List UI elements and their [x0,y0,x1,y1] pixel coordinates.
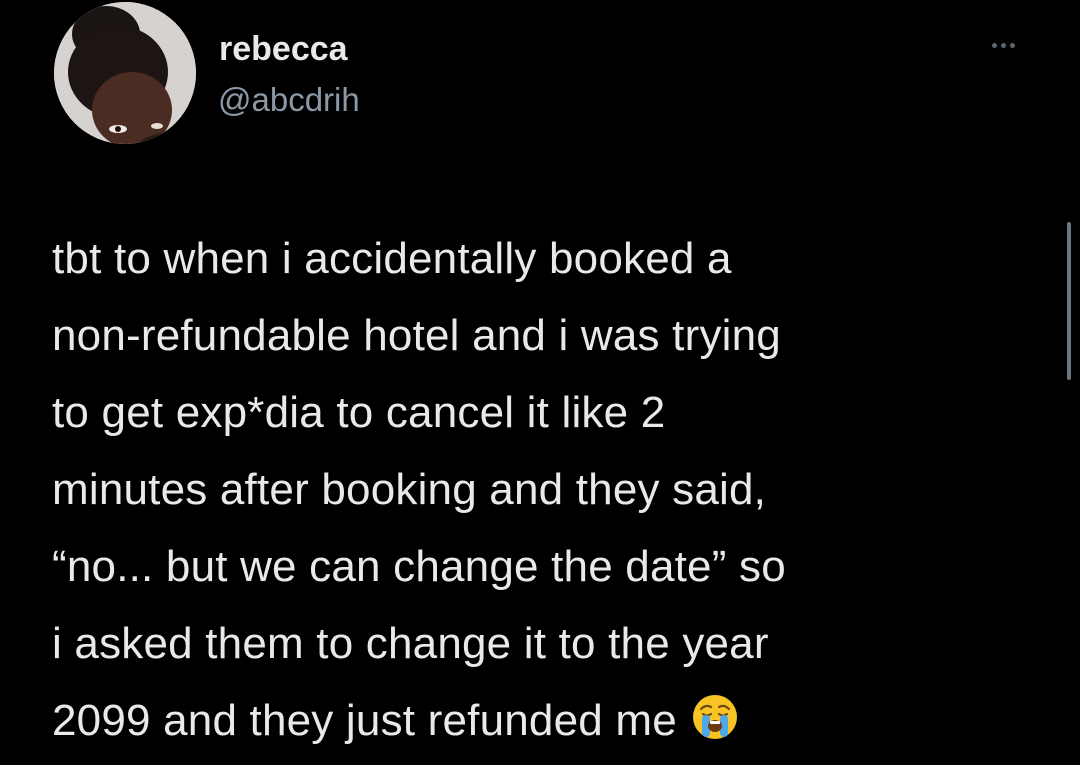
avatar[interactable] [54,2,196,144]
tweet-text-line: “no... but we can change the date” so [52,542,786,591]
more-options-icon[interactable] [978,30,1028,60]
tweet-text-line: non-refundable hotel and i was trying [52,311,781,360]
tweet-text-line: to get exp*dia to cancel it like 2 [52,388,666,437]
tweet-text-line-last: 2099 and they just refunded me [52,682,1052,759]
tweet-text-line: i asked them to change it to the year [52,619,769,668]
tweet: rebecca @abcdrih tbt to when i accidenta… [0,0,1080,759]
user-handle[interactable]: @abcdrih [218,81,360,119]
scrollbar[interactable] [1067,222,1071,380]
loudly-crying-face-icon [691,688,739,739]
tweet-text: tbt to when i accidentally booked a non-… [52,220,1052,759]
tweet-text-line: tbt to when i accidentally booked a [52,234,732,283]
tweet-text-line: minutes after booking and they said, [52,465,767,514]
display-name[interactable]: rebecca [219,30,348,68]
tweet-text-line: 2099 and they just refunded me [52,696,677,745]
